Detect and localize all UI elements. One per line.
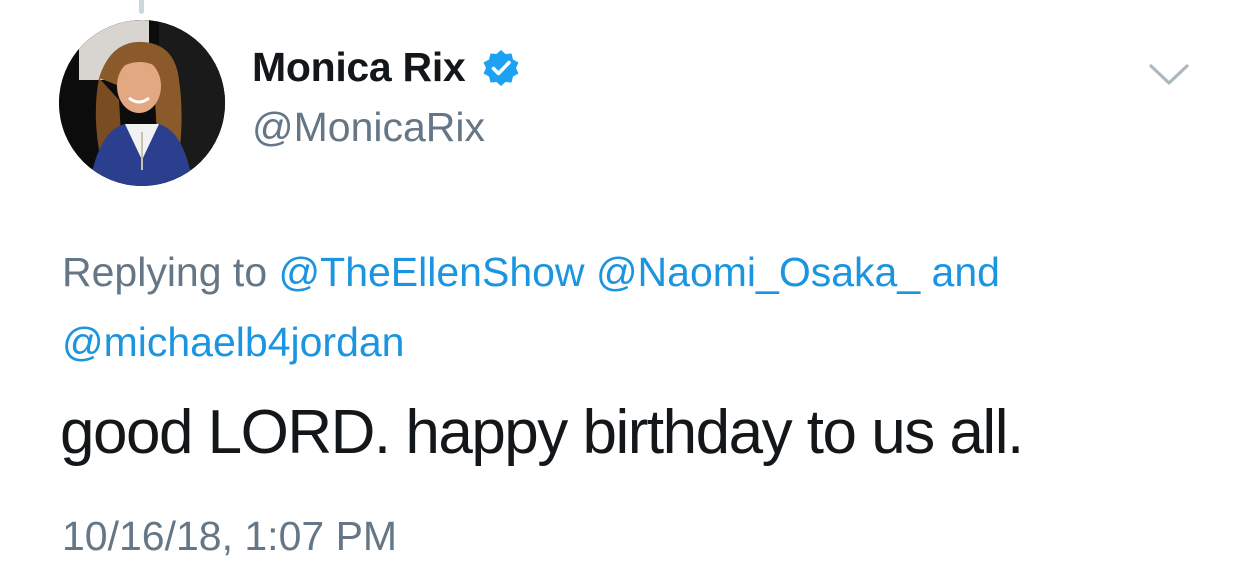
user-name-row: Monica Rix xyxy=(252,44,521,91)
verified-badge-icon xyxy=(481,48,521,88)
tweet-timestamp[interactable]: 10/16/18, 1:07 PM xyxy=(62,513,397,560)
replying-to-line-continued: @michaelb4jordan xyxy=(62,319,404,366)
replying-to-line: Replying to @TheEllenShow @Naomi_Osaka_ … xyxy=(62,249,1000,296)
tweet-text: good LORD. happy birthday to us all. xyxy=(60,398,1024,467)
thread-connector-line xyxy=(139,0,144,14)
avatar-photo xyxy=(59,20,225,186)
user-handle[interactable]: @MonicaRix xyxy=(252,104,485,151)
mention-conjunction[interactable]: and xyxy=(932,249,1000,295)
mention-link[interactable]: @Naomi_Osaka_ xyxy=(596,249,920,295)
avatar[interactable] xyxy=(59,20,225,186)
mention-link[interactable]: @TheEllenShow xyxy=(279,249,585,295)
display-name[interactable]: Monica Rix xyxy=(252,44,466,91)
mention-link[interactable]: @michaelb4jordan xyxy=(62,319,404,365)
replying-to-label: Replying to xyxy=(62,249,268,295)
chevron-down-icon[interactable] xyxy=(1148,62,1190,88)
